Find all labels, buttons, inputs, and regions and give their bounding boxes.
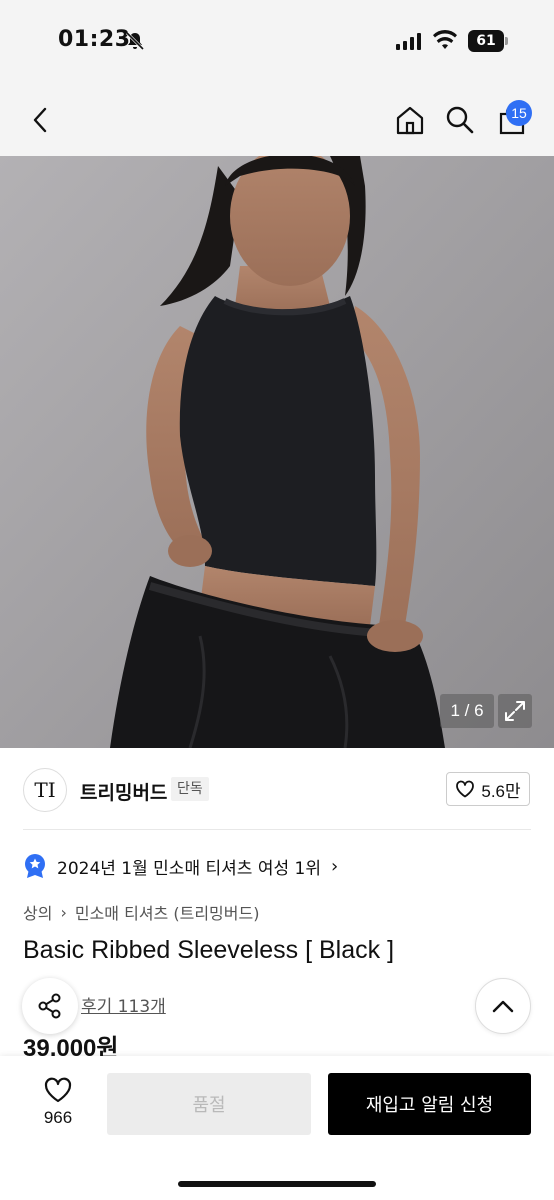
status-bar: 01:23 61 — [0, 0, 554, 80]
brand-logo-text: TI — [34, 778, 56, 802]
wifi-icon — [433, 30, 457, 49]
image-counter: 1 / 6 — [440, 694, 494, 728]
back-chevron-icon — [33, 107, 47, 133]
brand-row: TI 트리밍버드 단독 5.6만 — [0, 748, 554, 830]
share-icon — [38, 993, 61, 1019]
home-button[interactable] — [388, 98, 432, 142]
rank-medal-icon — [25, 854, 45, 878]
restock-alert-button[interactable]: 재입고 알림 신청 — [328, 1073, 531, 1135]
status-time: 01:23 — [58, 27, 131, 52]
product-image[interactable] — [0, 156, 554, 748]
heart-icon — [44, 1077, 72, 1103]
breadcrumb-separator: › — [60, 902, 67, 922]
back-button[interactable] — [18, 98, 62, 142]
chevron-up-icon — [492, 1000, 514, 1013]
brand-like-count: 5.6만 — [481, 781, 521, 801]
ranking-text: 2024년 1월 민소매 티셔츠 여성 1위 — [57, 858, 321, 879]
home-indicator — [178, 1181, 376, 1187]
scroll-top-button[interactable] — [475, 978, 531, 1034]
exclusive-badge: 단독 — [171, 777, 209, 801]
breadcrumb-category[interactable]: 상의 — [23, 900, 52, 924]
soldout-button: 품절 — [107, 1073, 311, 1135]
breadcrumb: 상의 › 민소매 티셔츠 (트리밍버드) — [23, 900, 259, 924]
home-icon — [396, 106, 424, 135]
wishlist-button[interactable]: 966 — [30, 1076, 86, 1128]
product-title: Basic Ribbed Sleeveless [ Black ] — [23, 936, 395, 964]
divider — [23, 829, 531, 830]
brand-logo[interactable]: TI — [23, 768, 67, 812]
review-link[interactable]: 후기 113개 — [81, 992, 166, 1017]
share-button[interactable] — [22, 978, 78, 1034]
wishlist-count: 966 — [43, 1108, 73, 1127]
cellular-signal-icon — [396, 32, 421, 50]
cart-count-badge: 15 — [506, 100, 532, 126]
brand-name[interactable]: 트리밍버드 — [80, 778, 167, 805]
bottom-action-bar: 966 품절 재입고 알림 신청 — [0, 1056, 554, 1200]
ranking-link[interactable]: 2024년 1월 민소매 티셔츠 여성 1위 › — [23, 851, 338, 881]
heart-icon — [456, 780, 475, 798]
top-nav — [0, 80, 554, 156]
chevron-right-icon: › — [330, 855, 339, 877]
battery-level: 61 — [468, 30, 504, 52]
expand-arrows-icon — [505, 701, 525, 721]
search-button[interactable] — [438, 98, 482, 142]
bell-muted-icon — [125, 31, 145, 51]
product-photo — [0, 156, 554, 748]
search-icon — [446, 106, 474, 134]
breadcrumb-subcategory[interactable]: 민소매 티셔츠 (트리밍버드) — [75, 900, 260, 924]
battery-icon: 61 — [468, 30, 508, 52]
brand-like-button[interactable]: 5.6만 — [446, 772, 530, 806]
expand-image-button[interactable] — [498, 694, 532, 728]
